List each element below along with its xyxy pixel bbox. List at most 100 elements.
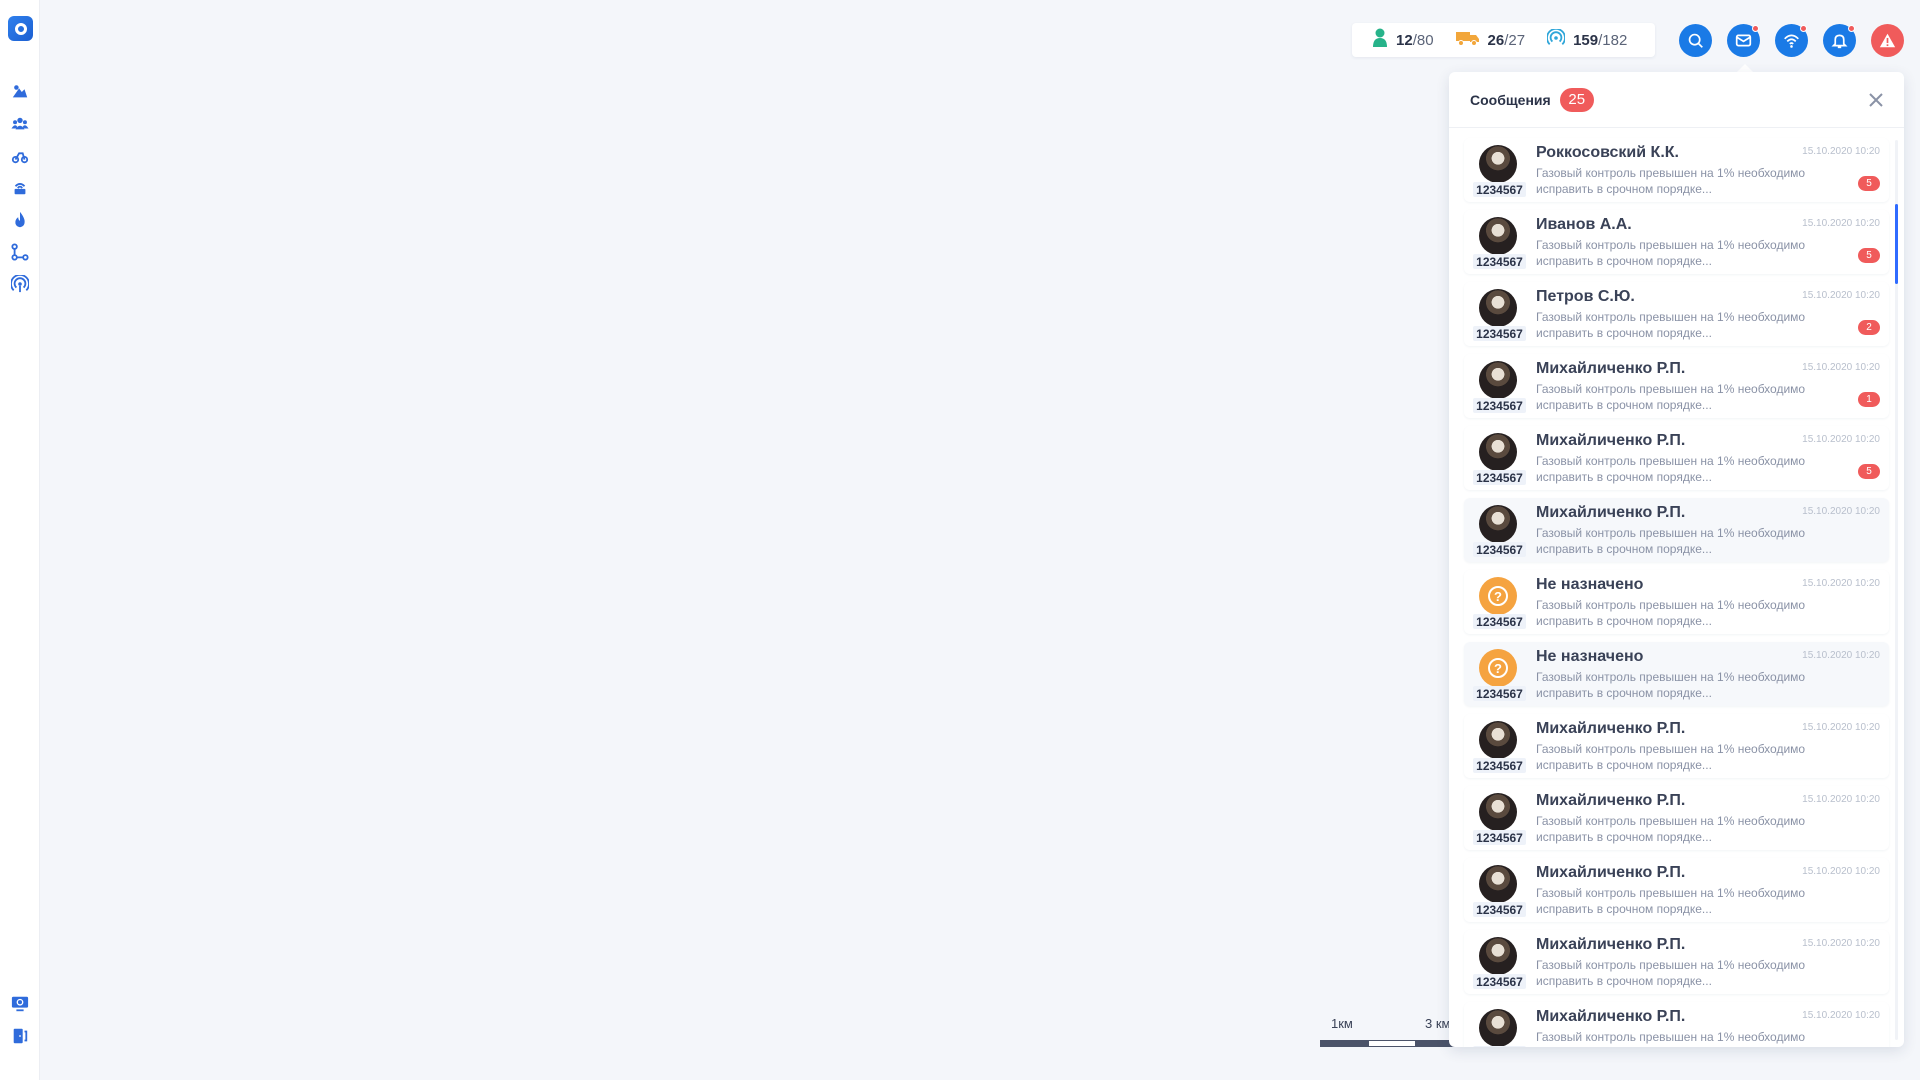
avatar	[1479, 289, 1517, 327]
stat-signals-value: 159	[1573, 31, 1599, 49]
monitor-settings-icon[interactable]	[10, 994, 30, 1014]
message-item[interactable]: 1234567 Михайличенко Р.П. 15.10.2020 10:20…	[1464, 1002, 1889, 1047]
mail-button[interactable]	[1727, 24, 1760, 57]
messages-scrollbar-thumb[interactable]	[1895, 204, 1898, 284]
wifi-alert-dot	[1800, 25, 1807, 32]
message-time: 15.10.2020 10:20	[1802, 1010, 1880, 1021]
app-logo[interactable]	[8, 16, 33, 41]
message-time: 15.10.2020 10:20	[1802, 794, 1880, 805]
stats-bar: 12/80 26/27 159/182	[1352, 23, 1655, 57]
unread-count-badge: 5	[1858, 464, 1880, 479]
messages-title: Сообщения	[1470, 91, 1551, 108]
sender-name: Михайличенко Р.П.	[1536, 432, 1686, 449]
search-icon	[1688, 33, 1703, 48]
avatar	[1479, 433, 1517, 471]
employee-id-tag: 1234567	[1473, 470, 1526, 485]
messages-list: 1234567 Роккосовский К.К. 15.10.2020 10:20…	[1464, 138, 1889, 1047]
message-text: Газовый контроль превышен на 1% необходи…	[1536, 454, 1806, 484]
people-group-icon[interactable]	[10, 114, 30, 134]
exit-door-icon[interactable]	[10, 1026, 30, 1046]
search-button[interactable]	[1679, 24, 1712, 57]
message-item[interactable]: 1234567 Михайличенко Р.П. 15.10.2020 10:20…	[1464, 714, 1889, 778]
left-sidebar	[0, 0, 40, 1080]
sender-name: Михайличенко Р.П.	[1536, 504, 1686, 521]
avatar	[1479, 721, 1517, 759]
sender-name: Роккосовский К.К.	[1536, 144, 1679, 161]
message-item[interactable]: 1234567 Михайличенко Р.П. 15.10.2020 10:20…	[1464, 786, 1889, 850]
signal-icon	[1546, 27, 1566, 51]
message-text: Газовый контроль превышен на 1% необходи…	[1536, 958, 1806, 988]
question-icon: ?	[1488, 586, 1508, 606]
message-item[interactable]: 1234567 Михайличенко Р.П. 15.10.2020 10:20…	[1464, 498, 1889, 562]
messages-panel: Сообщения 25 1234567 Роккосовский К.К. 15.…	[1449, 72, 1904, 1047]
person-icon	[1372, 28, 1388, 52]
message-time: 15.10.2020 10:20	[1802, 434, 1880, 445]
question-icon: ?	[1488, 658, 1508, 678]
message-item[interactable]: 1234567 Роккосовский К.К. 15.10.2020 10:20…	[1464, 138, 1889, 202]
avatar	[1479, 865, 1517, 903]
message-text: Газовый контроль превышен на 1% необходи…	[1536, 526, 1806, 556]
message-item[interactable]: 1234567 Михайличенко Р.П. 15.10.2020 10:20…	[1464, 858, 1889, 922]
message-text: Газовый контроль превышен на 1% необходи…	[1536, 886, 1806, 916]
message-time: 15.10.2020 10:20	[1802, 290, 1880, 301]
message-text: Газовый контроль превышен на 1% необходи…	[1536, 310, 1806, 340]
message-time: 15.10.2020 10:20	[1802, 938, 1880, 949]
sender-name: Не назначено	[1536, 576, 1644, 593]
unread-count-badge: 5	[1858, 176, 1880, 191]
avatar	[1479, 505, 1517, 543]
message-time: 15.10.2020 10:20	[1802, 578, 1880, 589]
message-time: 15.10.2020 10:20	[1802, 362, 1880, 373]
sender-name: Михайличенко Р.П.	[1536, 360, 1686, 377]
employee-id-tag: 1234567	[1473, 614, 1526, 629]
employee-id-tag: 1234567	[1473, 542, 1526, 557]
close-icon[interactable]	[1868, 92, 1884, 108]
employee-id-tag: 1234567	[1473, 398, 1526, 413]
employee-id-tag: 1234567	[1473, 830, 1526, 845]
message-item[interactable]: 1234567 Михайличенко Р.П. 15.10.2020 10:20…	[1464, 354, 1889, 418]
employee-id-tag: 1234567	[1473, 902, 1526, 917]
unassigned-avatar-icon: ?	[1479, 649, 1517, 687]
employee-id-tag: 1234567	[1473, 974, 1526, 989]
notifications-button[interactable]	[1823, 24, 1856, 57]
message-item[interactable]: ? 1234567 Не назначено 15.10.2020 10:20 Газо…	[1464, 642, 1889, 706]
sender-name: Михайличенко Р.П.	[1536, 792, 1686, 809]
sender-name: Михайличенко Р.П.	[1536, 864, 1686, 881]
avatar	[1479, 793, 1517, 831]
message-item[interactable]: 1234567 Иванов А.А. 15.10.2020 10:20 Газовы…	[1464, 210, 1889, 274]
stat-signals: 159/182	[1546, 27, 1627, 51]
avatar	[1479, 361, 1517, 399]
employee-id-tag: 1234567	[1473, 254, 1526, 269]
routes-icon[interactable]	[10, 242, 30, 262]
alert-button[interactable]	[1871, 24, 1904, 57]
message-item[interactable]: ? 1234567 Не назначено 15.10.2020 10:20 Газо…	[1464, 570, 1889, 634]
message-time: 15.10.2020 10:20	[1802, 650, 1880, 661]
message-time: 15.10.2020 10:20	[1802, 506, 1880, 517]
message-item[interactable]: 1234567 Михайличенко Р.П. 15.10.2020 10:20…	[1464, 930, 1889, 994]
message-text: Газовый контроль превышен на 1% необходи…	[1536, 382, 1806, 412]
avatar	[1479, 217, 1517, 255]
notifications-dot	[1848, 25, 1855, 32]
message-text: Газовый контроль превышен на 1% необходи…	[1536, 1030, 1806, 1044]
employee-id-tag: 1234567	[1473, 1046, 1526, 1047]
stat-people-value: 12	[1396, 31, 1413, 49]
sender-name: Иванов А.А.	[1536, 216, 1632, 233]
wifi-button[interactable]	[1775, 24, 1808, 57]
router-icon[interactable]	[10, 178, 30, 198]
message-item[interactable]: 1234567 Михайличенко Р.П. 15.10.2020 10:20…	[1464, 426, 1889, 490]
message-time: 15.10.2020 10:20	[1802, 866, 1880, 877]
mail-icon	[1735, 34, 1752, 47]
bell-icon	[1831, 34, 1848, 49]
fire-icon[interactable]	[10, 210, 30, 230]
sender-name: Михайличенко Р.П.	[1536, 936, 1686, 953]
message-time: 15.10.2020 10:20	[1802, 218, 1880, 229]
avatar	[1479, 937, 1517, 975]
message-item[interactable]: 1234567 Петров С.Ю. 15.10.2020 10:20 Газовы…	[1464, 282, 1889, 346]
map-tools-icon[interactable]	[10, 82, 30, 102]
message-text: Газовый контроль превышен на 1% необходи…	[1536, 670, 1806, 700]
antenna-icon[interactable]	[10, 274, 30, 294]
stat-people: 12/80	[1372, 28, 1434, 52]
message-text: Газовый контроль превышен на 1% необходи…	[1536, 742, 1806, 772]
vehicles-icon[interactable]	[10, 146, 30, 166]
sender-name: Михайличенко Р.П.	[1536, 720, 1686, 737]
stat-trucks-value: 26	[1487, 31, 1505, 49]
